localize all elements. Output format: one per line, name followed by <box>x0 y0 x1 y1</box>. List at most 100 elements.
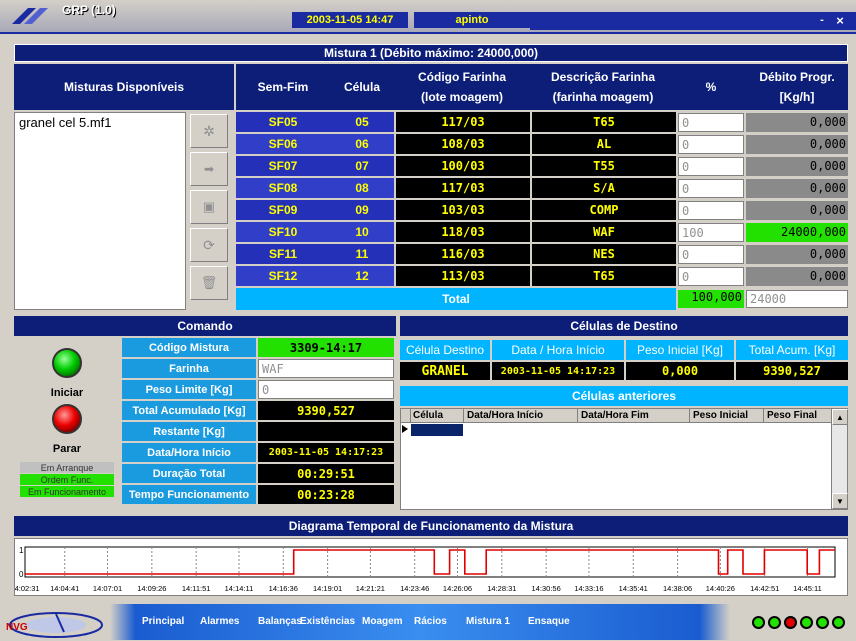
mix-item[interactable]: granel cel 5.mf1 <box>15 113 185 132</box>
start-label[interactable]: Iniciar <box>14 386 120 400</box>
scroll-up-icon[interactable]: ▲ <box>832 409 848 425</box>
x-tick-label: 14:40:26 <box>706 584 735 593</box>
row-debito: 0,000 <box>746 179 848 198</box>
open-mix-icon[interactable]: ➡ <box>190 152 228 186</box>
start-button-icon[interactable] <box>52 348 82 378</box>
row-celula: 09 <box>330 200 394 220</box>
status-ordem: Ordem Func. <box>20 474 114 485</box>
row-pct-input[interactable]: 0 <box>678 135 744 154</box>
comando-header: Comando <box>14 316 396 336</box>
anteriores-grid[interactable]: Célula Data/Hora Início Data/Hora Fim Pe… <box>400 408 848 510</box>
destino-inicio: 2003-11-05 14:17:23 <box>492 362 624 380</box>
diagram-header: Diagrama Temporal de Funcionamento da Mi… <box>14 516 848 536</box>
x-tick-label: 14:26:06 <box>443 584 472 593</box>
nav-item[interactable]: Existências <box>300 616 355 627</box>
app-icon <box>8 6 54 26</box>
row-descricao: NES <box>532 244 676 264</box>
row-debito: 0,000 <box>746 135 848 154</box>
indicator-light <box>816 616 829 629</box>
nav-item[interactable]: Alarmes <box>200 616 239 627</box>
new-mix-icon[interactable]: ✲ <box>190 114 228 148</box>
grid-col-peso-inicial[interactable]: Peso Inicial <box>693 410 761 421</box>
row-celula: 05 <box>330 112 394 132</box>
delete-mix-icon[interactable]: 🗑 <box>190 266 228 300</box>
destino-col-inicio: Data / Hora Início <box>492 340 624 360</box>
destino-peso: 0,000 <box>626 362 734 380</box>
x-tick-label: 14:11:51 <box>182 584 211 593</box>
grid-col-peso-final[interactable]: Peso Final <box>767 410 829 421</box>
indicator-light <box>800 616 813 629</box>
comando-value: 9390,527 <box>258 401 394 420</box>
anteriores-header: Células anteriores <box>400 386 848 406</box>
grid-col-inicio[interactable]: Data/Hora Início <box>467 410 575 421</box>
row-pct-input[interactable]: 0 <box>678 201 744 220</box>
destino-header: Células de Destino <box>400 316 848 336</box>
x-tick-label: 14:33:16 <box>574 584 603 593</box>
x-tick-label: 14:35:41 <box>619 584 648 593</box>
grid-col-fim[interactable]: Data/Hora Fim <box>581 410 685 421</box>
anteriores-grid-header: Célula Data/Hora Início Data/Hora Fim Pe… <box>401 409 831 423</box>
x-tick-label: 14:19:01 <box>313 584 342 593</box>
save-mix-icon[interactable]: ▣ <box>190 190 228 224</box>
row-pct-input[interactable]: 0 <box>678 245 744 264</box>
close-button[interactable]: × <box>832 12 848 28</box>
mixes-list[interactable]: granel cel 5.mf1 <box>14 112 186 310</box>
x-tick-label: 14:04:41 <box>50 584 79 593</box>
row-semfim: SF05 <box>236 112 330 132</box>
nvg-logo: NVG <box>6 608 106 638</box>
row-pct-input[interactable]: 0 <box>678 179 744 198</box>
nav-item[interactable]: Principal <box>142 616 184 627</box>
minimize-button[interactable]: - <box>814 12 830 28</box>
bottom-nav: NVG Principal Alarmes Balanças Existências M… <box>0 604 856 640</box>
timeline-chart: 14:02:31 14:04:41 14:07:01 14:09:26 14:11:51… <box>15 546 836 593</box>
col-debito-sub: [Kg/h] <box>779 90 815 104</box>
destino-col-celula: Célula Destino <box>400 340 490 360</box>
comando-label: Tempo Funcionamento <box>122 485 256 504</box>
nav-item[interactable]: Balanças <box>258 616 302 627</box>
x-tick-label: 14:30:56 <box>532 584 561 593</box>
x-tick-label: 14:14:11 <box>225 584 254 593</box>
x-tick-label: 14:45:11 <box>793 584 822 593</box>
col-celula: Célula <box>343 80 380 94</box>
stop-label[interactable]: Parar <box>14 442 120 456</box>
destino-total: 9390,527 <box>736 362 848 380</box>
indicator-light <box>768 616 781 629</box>
window-controls <box>530 12 856 30</box>
row-debito: 0,000 <box>746 113 848 132</box>
grid-col-celula[interactable]: Célula <box>413 410 463 421</box>
row-codigo: 116/03 <box>396 244 530 264</box>
grid-selected-cell[interactable] <box>410 423 464 437</box>
scroll-down-icon[interactable]: ▼ <box>832 493 848 509</box>
comando-label: Farinha <box>122 359 256 378</box>
row-codigo: 117/03 <box>396 178 530 198</box>
nav-item[interactable]: Rácios <box>414 616 447 627</box>
comando-label: Total Acumulado [Kg] <box>122 401 256 420</box>
comando-label: Código Mistura <box>122 338 256 357</box>
row-pct-input[interactable]: 0 <box>678 113 744 132</box>
stop-button-icon[interactable] <box>52 404 82 434</box>
destino-celula: GRANEL <box>400 362 490 380</box>
x-tick-label: 14:09:26 <box>137 584 166 593</box>
row-pct-input[interactable]: 100 <box>678 223 744 242</box>
app-title: GRP (1.0) <box>62 3 116 17</box>
row-codigo: 100/03 <box>396 156 530 176</box>
comando-value: 00:29:51 <box>258 464 394 483</box>
row-pct-input[interactable]: 0 <box>678 157 744 176</box>
grid-scrollbar[interactable]: ▲ ▼ <box>831 409 848 509</box>
logo-text: NVG <box>6 622 28 633</box>
nav-item[interactable]: Ensaque <box>528 616 570 627</box>
total-pct: 100,000 <box>678 290 744 308</box>
row-pct-input[interactable]: 0 <box>678 267 744 286</box>
nav-item[interactable]: Mistura 1 <box>466 616 510 627</box>
flour-table-header: Sem-Fim Célula Código Farinha (lote moag… <box>236 64 848 110</box>
title-bar: GRP (1.0) 2003-11-05 14:47 apinto - × <box>0 0 856 34</box>
refresh-mix-icon[interactable]: ⟳ <box>190 228 228 262</box>
grid-row-pointer-icon <box>402 425 408 433</box>
indicator-light <box>784 616 797 629</box>
x-tick-label: 14:42:51 <box>750 584 779 593</box>
comando-input[interactable]: 0 <box>258 380 394 399</box>
nav-item[interactable]: Moagem <box>362 616 403 627</box>
comando-input[interactable]: WAF <box>258 359 394 378</box>
col-codigo: Código Farinha <box>418 70 506 84</box>
row-codigo: 113/03 <box>396 266 530 286</box>
